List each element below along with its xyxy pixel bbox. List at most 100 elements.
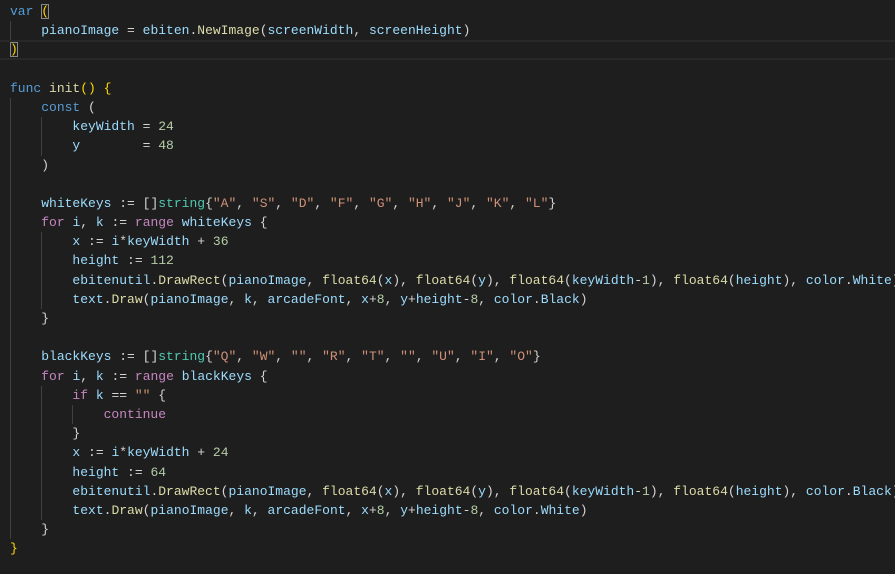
code-token: := [] xyxy=(111,195,159,211)
code-token: ), xyxy=(485,272,510,288)
code-token: func xyxy=(10,80,42,96)
code-line[interactable]: } xyxy=(0,539,895,558)
code-line[interactable]: y = 48 xyxy=(0,136,895,156)
code-line[interactable]: pianoImage = ebiten.NewImage(screenWidth… xyxy=(0,21,895,41)
code-line[interactable]: var ( xyxy=(0,2,895,21)
code-token: pianoImage xyxy=(41,23,120,39)
indent-guide xyxy=(10,404,11,425)
code-token: := xyxy=(103,215,135,231)
code-token: height xyxy=(72,464,120,480)
code-token: color xyxy=(805,483,845,499)
code-line[interactable]: func init() { xyxy=(0,79,895,98)
code-token: ( xyxy=(564,483,572,499)
code-token: ) xyxy=(579,291,588,307)
code-token: } xyxy=(548,195,557,211)
indent-guide xyxy=(10,117,11,137)
indent-guide xyxy=(10,174,11,194)
code-token: , xyxy=(251,502,268,518)
code-line[interactable] xyxy=(0,328,895,348)
code-line[interactable]: continue xyxy=(0,404,895,425)
indent-guide xyxy=(10,270,11,290)
code-token: ( xyxy=(470,272,479,288)
indent-guide xyxy=(10,309,11,329)
code-token: + xyxy=(189,234,213,250)
code-line[interactable]: const ( xyxy=(0,97,895,118)
code-line[interactable]: text.Draw(pianoImage, k, arcadeFont, x+8… xyxy=(0,289,895,309)
code-token: "G" xyxy=(368,195,393,211)
code-token: * xyxy=(119,445,128,461)
code-token: color xyxy=(493,291,533,307)
code-token: y xyxy=(400,291,409,307)
indent-guide xyxy=(10,347,11,367)
code-token: 24 xyxy=(158,119,174,135)
code-line[interactable]: for i, k := range whiteKeys { xyxy=(0,213,895,233)
code-token: DrawRect xyxy=(158,272,221,288)
code-line[interactable] xyxy=(0,60,895,79)
code-line[interactable]: x := i*keyWidth + 24 xyxy=(0,443,895,463)
code-line[interactable]: if k == "" { xyxy=(0,385,895,405)
code-line[interactable]: blackKeys := []string{"Q", "W", "", "R",… xyxy=(0,347,895,367)
indent-guide xyxy=(10,136,11,156)
code-token: ), xyxy=(782,483,806,499)
code-token: ), xyxy=(649,272,674,288)
code-token: "A" xyxy=(212,195,237,211)
code-token: , xyxy=(306,483,323,499)
indent-guide xyxy=(10,251,11,271)
code-token: float64 xyxy=(509,272,564,288)
code-token: . xyxy=(844,272,853,288)
code-line[interactable]: keyWidth = 24 xyxy=(0,117,895,137)
code-line[interactable]: ebitenutil.DrawRect(pianoImage, float64(… xyxy=(0,270,895,290)
code-line[interactable]: } xyxy=(0,520,895,540)
code-token: 112 xyxy=(150,253,174,269)
code-token: "S" xyxy=(251,195,276,211)
code-token: , xyxy=(384,502,401,518)
code-line[interactable]: height := 112 xyxy=(0,251,895,271)
code-line[interactable]: ) xyxy=(0,40,895,60)
code-token: Black xyxy=(540,291,580,307)
code-token: height xyxy=(735,483,783,499)
code-token: White xyxy=(540,502,580,518)
code-line[interactable]: ) xyxy=(0,155,895,175)
code-token: screenWidth xyxy=(267,23,354,39)
code-token: == xyxy=(103,387,135,403)
code-token: , xyxy=(345,349,362,365)
code-token: { xyxy=(251,368,268,384)
code-token: "K" xyxy=(485,195,510,211)
indent-guide xyxy=(41,500,43,521)
code-token: range xyxy=(134,215,174,231)
code-token: } xyxy=(532,349,541,365)
code-line[interactable] xyxy=(0,174,895,194)
code-token: float64 xyxy=(415,272,471,288)
code-line[interactable]: } xyxy=(0,424,895,444)
indent-guide xyxy=(10,193,11,214)
code-token: - xyxy=(634,272,643,288)
indent-guide xyxy=(10,424,11,444)
code-line[interactable]: for i, k := range blackKeys { xyxy=(0,366,895,386)
code-token: color xyxy=(805,272,845,288)
code-token: color xyxy=(493,502,533,518)
code-token: float64 xyxy=(673,483,728,499)
code-token: + xyxy=(368,291,377,307)
code-line[interactable]: whiteKeys := []string{"A", "S", "D", "F"… xyxy=(0,193,895,214)
code-token: ) xyxy=(10,42,18,58)
code-line[interactable]: x := i*keyWidth + 36 xyxy=(0,232,895,252)
code-token: "R" xyxy=(322,349,346,365)
code-token: , xyxy=(314,195,330,211)
indent-guide xyxy=(10,462,11,482)
code-editor[interactable]: var ( pianoImage = ebiten.NewImage(scree… xyxy=(0,2,895,558)
code-line[interactable]: text.Draw(pianoImage, k, arcadeFont, x+8… xyxy=(0,500,895,521)
code-token: string xyxy=(158,195,206,211)
code-token: ( xyxy=(727,483,736,499)
code-line[interactable]: ebitenutil.DrawRect(pianoImage, float64(… xyxy=(0,481,895,501)
code-line[interactable]: } xyxy=(0,309,895,329)
indent-guide xyxy=(10,328,11,348)
code-token: := xyxy=(80,234,112,250)
code-token: } xyxy=(72,426,81,442)
code-line[interactable]: height := 64 xyxy=(0,462,895,482)
